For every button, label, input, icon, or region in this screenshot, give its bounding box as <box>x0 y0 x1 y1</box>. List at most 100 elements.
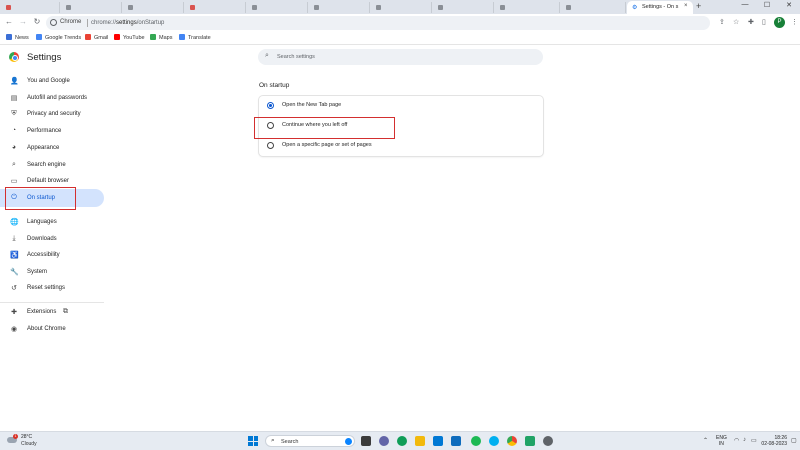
sidebar-item-label: Accessibility <box>27 251 60 258</box>
background-tab[interactable] <box>184 2 246 13</box>
youtube-icon <box>114 34 120 40</box>
tab-close-icon[interactable]: × <box>684 3 688 9</box>
open-in-new-icon[interactable]: ⧉ <box>63 308 68 316</box>
background-tab[interactable] <box>60 2 122 13</box>
new-tab-button[interactable]: + <box>696 1 701 11</box>
wifi-icon[interactable]: ◠ <box>734 437 739 444</box>
gear-icon: ⚙ <box>632 5 638 11</box>
weather-icon[interactable]: 1 <box>7 434 18 443</box>
option-specific-pages[interactable]: Open a specific page or set of pages <box>259 136 543 156</box>
bookmarks-bar: News Google Trends Gmail YouTube Maps Tr… <box>0 32 800 45</box>
background-tab[interactable] <box>494 2 560 13</box>
radio-button-checked[interactable] <box>267 102 274 109</box>
sidebar-item-languages[interactable]: 🌐 Languages <box>0 213 104 231</box>
search-icon: ⌕ <box>12 161 16 168</box>
search-settings[interactable]: ⌕ <box>258 49 543 65</box>
notifications-icon[interactable]: ▢ <box>791 437 797 444</box>
download-icon: ⤓ <box>12 235 16 242</box>
start-button[interactable] <box>248 436 258 446</box>
chrome-taskbar-icon[interactable] <box>507 436 517 446</box>
bookmark-label: News <box>15 35 29 41</box>
radio-button[interactable] <box>267 142 274 149</box>
page-title: Settings <box>27 52 62 63</box>
maximize-button[interactable]: ☐ <box>756 1 778 9</box>
background-tab[interactable] <box>246 2 308 13</box>
background-tab[interactable] <box>560 2 626 13</box>
background-tab[interactable] <box>370 2 432 13</box>
minimize-button[interactable]: — <box>734 1 756 8</box>
url-text[interactable]: chrome://settings/onStartup <box>91 20 164 26</box>
background-tab[interactable] <box>0 2 60 13</box>
option-label: Open the New Tab page <box>282 102 342 108</box>
taskbar-search[interactable]: ⌕ Search <box>265 435 355 447</box>
sidebar-item-accessibility[interactable]: ♿ Accessibility <box>0 246 104 264</box>
bookmark-news[interactable]: News <box>6 34 29 41</box>
profile-avatar[interactable]: P <box>774 17 785 28</box>
sidebar-item-performance[interactable]: ◔ Performance <box>0 122 104 140</box>
sidebar-item-appearance[interactable]: ◕ Appearance <box>0 139 104 157</box>
url-bold: settings <box>116 19 137 26</box>
language-indicator[interactable]: ENG IN <box>716 435 727 447</box>
address-bar[interactable]: Chrome chrome://settings/onStartup <box>46 16 710 30</box>
search-input[interactable] <box>277 51 527 63</box>
sidebar-item-extensions[interactable]: ✚ Extensions <box>0 303 104 321</box>
bookmark-gmail[interactable]: Gmail <box>85 34 108 41</box>
edge-icon[interactable] <box>397 436 407 446</box>
bookmark-label: Gmail <box>94 35 109 41</box>
sidebar-item-label: You and Google <box>27 77 70 84</box>
file-explorer-icon[interactable] <box>415 436 425 446</box>
bookmark-label: Google Trends <box>45 35 82 41</box>
search-icon: ⌕ <box>271 437 275 444</box>
sidebar-item-label: Autofill and passwords <box>27 94 88 101</box>
sidebar-item-you-and-google[interactable]: 👤 You and Google <box>0 72 104 90</box>
mail-icon[interactable] <box>451 436 461 446</box>
bookmark-star-icon[interactable]: ☆ <box>733 18 739 26</box>
browser-toolbar: ← → ↻ Chrome chrome://settings/onStartup… <box>0 14 800 32</box>
menu-icon[interactable]: ⋮ <box>791 18 798 26</box>
settings-taskbar-icon[interactable] <box>543 436 553 446</box>
share-icon[interactable]: ⇪ <box>719 18 725 26</box>
task-view-icon[interactable] <box>361 436 371 446</box>
store-icon[interactable] <box>433 436 443 446</box>
extensions-icon[interactable]: ✚ <box>748 18 754 26</box>
chrome-icon: ◉ <box>10 326 18 333</box>
sidebar-item-privacy[interactable]: ⛨ Privacy and security <box>0 105 104 123</box>
reload-button[interactable]: ↻ <box>31 17 43 26</box>
sidebar-item-label: Reset settings <box>27 284 66 291</box>
option-new-tab[interactable]: Open the New Tab page <box>259 96 543 116</box>
volume-icon[interactable]: ♪ <box>743 437 746 443</box>
lang-region: IN <box>718 441 724 447</box>
sidebar-item-about-chrome[interactable]: ◉ About Chrome <box>0 320 104 338</box>
taskbar-search-label: Search <box>281 438 299 445</box>
back-button[interactable]: ← <box>3 17 15 26</box>
bookmark-label: YouTube <box>123 35 145 41</box>
bookmark-google-trends[interactable]: Google Trends <box>36 34 81 41</box>
spotify-icon[interactable] <box>471 436 481 446</box>
reset-icon: ↺ <box>11 285 17 292</box>
photoshop-icon[interactable] <box>525 436 535 446</box>
background-tab[interactable] <box>308 2 370 13</box>
chevron-up-icon[interactable]: ⌃ <box>703 437 708 444</box>
skype-icon[interactable] <box>489 436 499 446</box>
side-panel-icon[interactable]: ▯ <box>762 18 766 26</box>
teams-icon[interactable] <box>379 436 389 446</box>
trends-icon <box>36 34 42 40</box>
sidebar-item-label: Appearance <box>27 144 60 151</box>
accessibility-icon: ♿ <box>10 252 19 259</box>
sidebar-item-label: Default browser <box>27 177 70 184</box>
bookmark-youtube[interactable]: YouTube <box>114 34 145 41</box>
background-tab[interactable] <box>122 2 184 13</box>
sidebar-item-label: Downloads <box>27 235 57 242</box>
palette-icon: ◕ <box>11 144 17 151</box>
clock[interactable]: 18:26 02-08-2023 <box>755 435 787 447</box>
forward-button[interactable]: → <box>17 17 29 26</box>
sidebar-item-reset-settings[interactable]: ↺ Reset settings <box>0 279 104 297</box>
bookmark-label: Maps <box>159 35 173 41</box>
bookmark-maps[interactable]: Maps <box>150 34 172 41</box>
tab-settings[interactable]: ⚙ Settings - On s × <box>627 1 693 14</box>
tab-strip: ⚙ Settings - On s × + — ☐ ✕ <box>0 0 800 14</box>
tab-title: Settings - On s <box>642 4 679 10</box>
background-tab[interactable] <box>432 2 494 13</box>
close-window-button[interactable]: ✕ <box>778 1 800 9</box>
bookmark-translate[interactable]: Translate <box>179 34 211 41</box>
